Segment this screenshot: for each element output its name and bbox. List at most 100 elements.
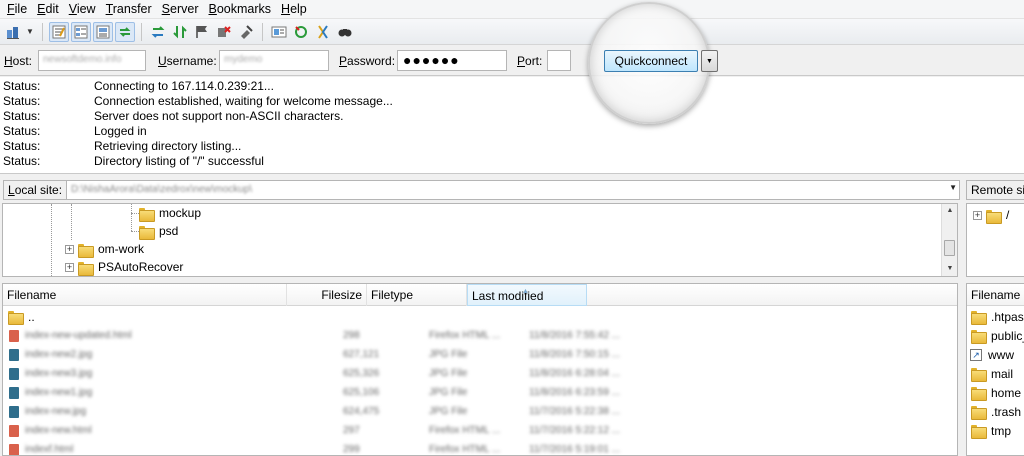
menu-view[interactable]: View [64, 0, 101, 19]
file-row[interactable]: index-new3.jpg 625,326 JPG File 11/8/2016 6… [3, 364, 943, 383]
file-name: index-new1.jpg [25, 387, 93, 398]
file-name: index-new-updated.html [25, 330, 132, 341]
tree-scrollbar[interactable]: ▲ ▼ [941, 204, 957, 276]
menu-edit[interactable]: Edit [32, 0, 64, 19]
file-icon [9, 367, 19, 380]
folder-icon [970, 329, 987, 344]
filezilla-window: File Edit View Transfer Server Bookmarks… [0, 0, 1024, 456]
file-type: JPG File [429, 368, 468, 379]
sync-browsing-icon[interactable] [291, 22, 311, 42]
file-date: 11/8/2016 7:55:42 ... [529, 330, 621, 341]
port-input[interactable] [547, 50, 571, 71]
file-row[interactable]: indexf.html 299 Firefox HTML ... 11/7/2016 … [3, 440, 943, 455]
password-input[interactable]: ●●●●●● [397, 50, 507, 71]
file-icon [9, 386, 19, 399]
host-label: Host: [4, 54, 33, 68]
file-size: 625,106 [343, 387, 380, 398]
folder-icon [970, 424, 987, 439]
tree-item-psd[interactable]: psd [138, 222, 178, 240]
compare-dirs-icon[interactable] [313, 22, 333, 42]
remote-file-row[interactable]: .htpass [967, 307, 1024, 326]
tree-item-psautorecover[interactable]: + PSAutoRecover [65, 258, 183, 276]
quickconnect-dropdown-icon[interactable]: ▼ [701, 50, 718, 72]
tree-item-om-work[interactable]: + om-work [65, 240, 144, 258]
remote-file-list: Filename .htpass public_ ↗www mail home … [966, 283, 1024, 456]
menu-bookmarks[interactable]: Bookmarks [204, 0, 277, 19]
scroll-up-icon[interactable]: ▲ [942, 204, 957, 218]
file-type: JPG File [429, 349, 468, 360]
column-filetype[interactable]: Filetype [367, 284, 467, 306]
log-row: Status: Retrieving directory listing... [3, 139, 242, 153]
file-name: indexf.html [25, 444, 74, 455]
reconnect-icon[interactable] [236, 22, 256, 42]
file-row[interactable]: index-new2.jpg 627,121 JPG File 11/8/2016 7… [3, 345, 943, 364]
folder-icon [138, 225, 155, 240]
toolbar-separator [42, 22, 43, 41]
local-path-combobox[interactable]: D:\NishaArora\Data\zedrox\new\mockup\ ▼ [66, 180, 960, 200]
search-icon[interactable] [335, 22, 355, 42]
file-name: index-new.jpg [25, 406, 87, 417]
remote-file-row[interactable]: tmp [967, 421, 1011, 440]
remote-file-row[interactable]: mail [967, 364, 1013, 383]
username-input[interactable]: mydemo [219, 50, 329, 71]
toggle-transfer-queue-icon[interactable] [115, 21, 135, 42]
expand-icon[interactable]: + [973, 210, 982, 220]
toggle-local-tree-icon[interactable] [71, 21, 91, 42]
menu-file[interactable]: File [2, 0, 32, 19]
toggle-remote-tree-icon[interactable] [93, 21, 113, 42]
remote-file-row[interactable]: home [967, 383, 1021, 402]
menu-server[interactable]: Server [157, 0, 204, 19]
expand-icon[interactable]: + [65, 244, 74, 254]
file-row[interactable]: index-new.jpg 624,475 JPG File 11/7/2016 5:… [3, 402, 943, 421]
menu-transfer[interactable]: Transfer [101, 0, 157, 19]
host-input[interactable]: newsoftdemo.info [38, 50, 146, 71]
directory-filter-icon[interactable] [269, 22, 289, 42]
file-row[interactable]: index-new1.jpg 625,106 JPG File 11/8/2016 6… [3, 383, 943, 402]
remote-file-row[interactable]: .trash [967, 402, 1021, 421]
file-date: 11/8/2016 7:50:15 ... [529, 349, 621, 360]
file-icon [9, 329, 19, 342]
file-list-header: Filename Filesize Filetype Last modified… [3, 284, 957, 306]
file-size: 299 [343, 444, 360, 455]
file-type: Firefox HTML ... [429, 425, 501, 436]
expand-icon[interactable]: + [65, 262, 74, 272]
log-row: Status: Server does not support non-ASCII… [3, 109, 344, 123]
scroll-down-icon[interactable]: ▼ [942, 262, 957, 276]
remote-directory-tree: + / [966, 203, 1024, 277]
column-filename[interactable]: Filename [3, 284, 287, 306]
site-manager-dropdown-icon[interactable]: ▼ [26, 27, 36, 36]
remote-column-filename[interactable]: Filename [967, 284, 1024, 306]
chevron-down-icon[interactable]: ▼ [949, 183, 957, 192]
remote-tree-root[interactable]: + / [973, 206, 1009, 224]
folder-icon [970, 386, 987, 401]
quickconnect-button[interactable]: Quickconnect [604, 50, 698, 72]
file-type: Firefox HTML ... [429, 330, 501, 341]
folder-icon [138, 207, 155, 222]
file-row[interactable]: index-new-updated.html 298 Firefox HTML ..… [3, 326, 943, 345]
refresh-icon[interactable] [148, 22, 168, 42]
site-manager-icon[interactable] [4, 22, 24, 42]
toggle-message-log-icon[interactable] [49, 21, 69, 42]
file-row[interactable]: index-new.html 297 Firefox HTML ... 11/7/20… [3, 421, 943, 440]
file-name: index-new3.jpg [25, 368, 93, 379]
cancel-operation-icon[interactable] [192, 22, 212, 42]
file-size: 297 [343, 425, 360, 436]
column-last-modified[interactable]: Last modified ▲ [467, 284, 587, 306]
column-filesize[interactable]: Filesize [287, 284, 367, 306]
local-file-list: Filename Filesize Filetype Last modified… [2, 283, 958, 456]
file-row-parent[interactable]: .. [3, 307, 943, 326]
file-name: index-new2.jpg [25, 349, 93, 360]
tree-item-mockup[interactable]: mockup [138, 204, 201, 222]
remote-file-row[interactable]: public_ [967, 326, 1024, 345]
remote-file-row[interactable]: ↗ www [967, 345, 1014, 364]
file-size: 624,475 [343, 406, 380, 417]
process-queue-icon[interactable] [170, 22, 190, 42]
file-icon [9, 424, 19, 437]
menu-bar: File Edit View Transfer Server Bookmarks… [0, 0, 1024, 19]
folder-icon [7, 310, 24, 325]
disconnect-icon[interactable] [214, 22, 234, 42]
scrollbar-thumb[interactable] [944, 240, 955, 256]
local-site-bar: Local site: D:\NishaArora\Data\zedrox\ne… [0, 178, 960, 202]
menu-help[interactable]: Help [276, 0, 312, 19]
toolbar: ▼ [0, 19, 1024, 45]
